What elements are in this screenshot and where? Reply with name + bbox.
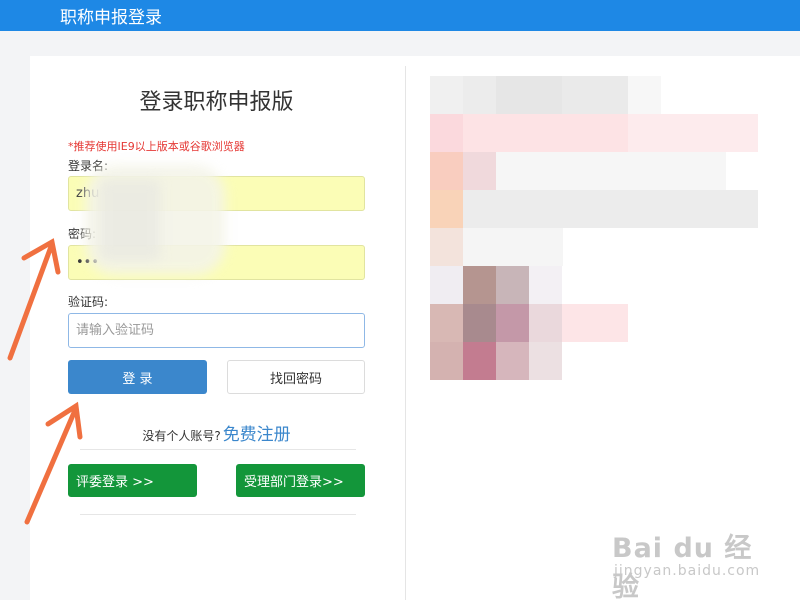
annotation-arrows [7, 238, 83, 525]
arrow-icon [7, 238, 61, 361]
arrow-icon [24, 401, 83, 525]
watermark-url: jingyan.baidu.com [614, 563, 761, 579]
watermark: Bai du 经验 jingyan.baidu.com [612, 514, 762, 600]
